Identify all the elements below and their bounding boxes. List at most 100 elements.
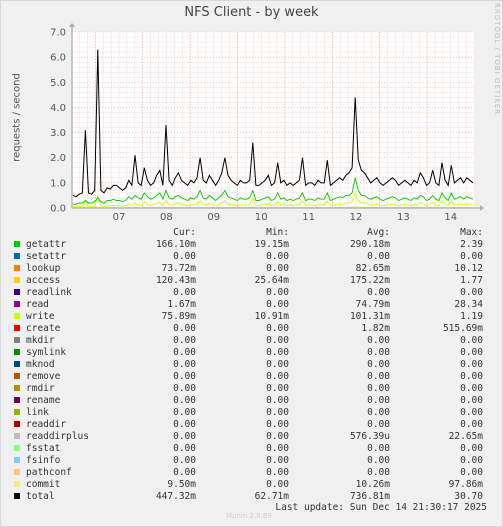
legend-value-max: 0.00 [460,359,483,370]
legend-value-cur: 0.00 [173,419,196,430]
legend-value-cur: 1.67m [167,299,196,310]
legend-swatch [14,397,20,403]
legend-value-cur: 0.00 [173,347,196,358]
legend-series-name: readdir [26,419,67,430]
legend-value-cur: 0.00 [173,395,196,406]
legend-swatch [14,313,20,319]
legend-row-setattr: setattr 0.00 0.00 0.00 0.00 [12,251,492,263]
legend-value-min: 0.00 [266,287,289,298]
legend-series-name: fsstat [26,443,61,454]
legend-value-avg: 0.00 [367,359,390,370]
legend-value-avg: 0.00 [367,419,390,430]
x-tick-label: 07 [113,212,126,223]
legend-row-lookup: lookup 73.72m 0.00 82.65m 10.12 [12,263,492,275]
legend-series-name: rename [26,395,61,406]
legend-row-rename: rename 0.00 0.00 0.00 0.00 [12,395,492,407]
legend-value-cur: 0.00 [173,407,196,418]
legend-swatch [14,361,20,367]
y-tick-label: 6.0 [50,53,66,64]
legend-row-readdirplus: readdirplus 0.00 0.00 576.39u 22.65m [12,431,492,443]
legend-value-max: 30.70 [454,491,483,502]
legend-swatch [14,469,20,475]
legend-value-cur: 0.00 [173,359,196,370]
legend-swatch [14,325,20,331]
legend-row-read: read 1.67m 0.00 74.79m 28.34 [12,299,492,311]
legend-value-cur: 120.43m [155,275,196,286]
legend-value-avg: 10.26m [355,479,390,490]
legend-value-max: 0.00 [460,371,483,382]
legend-series-name: remove [26,371,61,382]
legend-row-symlink: symlink 0.00 0.00 0.00 0.00 [12,347,492,359]
legend-value-avg: 175.22m [349,275,390,286]
legend-value-cur: 0.00 [173,371,196,382]
legend-value-min: 25.64m [254,275,289,286]
legend-value-max: 2.39 [460,239,483,250]
legend-value-cur: 73.72m [161,263,196,274]
legend-value-max: 28.34 [454,299,483,310]
legend-value-min: 0.00 [266,431,289,442]
legend-value-avg: 290.18m [349,239,390,250]
legend-swatch [14,337,20,343]
y-tick-label: 0.0 [50,204,66,215]
legend-value-max: 0.00 [460,467,483,478]
legend-value-min: 0.00 [266,299,289,310]
munin-version-text: Munin 2.0.69 [226,512,272,520]
legend-swatch [14,373,20,379]
legend-swatch [14,385,20,391]
legend-value-min: 0.00 [266,383,289,394]
legend-value-max: 10.12 [454,263,483,274]
legend-series-name: readlink [26,287,72,298]
legend-value-max: 22.65m [448,431,483,442]
x-tick-label: 12 [350,212,363,223]
legend-value-max: 0.00 [460,443,483,454]
legend-value-min: 0.00 [266,335,289,346]
legend-value-cur: 0.00 [173,287,196,298]
legend-value-cur: 0.00 [173,467,196,478]
legend-swatch [14,409,20,415]
y-tick-label: 3.0 [50,128,66,139]
legend-series-name: pathconf [26,467,72,478]
legend-value-max: 0.00 [460,455,483,466]
legend-value-max: 1.19 [460,311,483,322]
legend-column-header: Max: [460,227,483,238]
legend-swatch [14,253,20,259]
legend-value-min: 0.00 [266,455,289,466]
legend-value-avg: 0.00 [367,251,390,262]
legend-row-mkdir: mkdir 0.00 0.00 0.00 0.00 [12,335,492,347]
legend-row-fsinfo: fsinfo 0.00 0.00 0.00 0.00 [12,455,492,467]
legend-value-cur: 0.00 [173,383,196,394]
legend-series-name: write [26,311,55,322]
x-tick-label: 10 [255,212,268,223]
legend-series-name: symlink [26,347,67,358]
legend-value-avg: 0.00 [367,347,390,358]
legend-header: Cur: Min: Avg: Max: [12,227,492,239]
legend-value-avg: 0.00 [367,371,390,382]
legend-value-min: 0.00 [266,359,289,370]
legend-value-max: 0.00 [460,383,483,394]
chart-plot: 0.0 1.0 2.0 3.0 4.0 5.0 6.0 7.0 07 08 09 10 11 12 13 14 [50,23,484,223]
legend-row-link: link 0.00 0.00 0.00 0.00 [12,407,492,419]
legend-value-avg: 101.31m [349,311,390,322]
y-tick-label: 4.0 [50,103,66,114]
legend-value-min: 62.71m [254,491,289,502]
legend-series-name: access [26,275,61,286]
legend-swatch [14,433,20,439]
legend-row-mknod: mknod 0.00 0.00 0.00 0.00 [12,359,492,371]
legend-value-min: 19.15m [254,239,289,250]
legend-value-avg: 0.00 [367,395,390,406]
x-tick-label: 14 [444,212,457,223]
legend-value-min: 0.00 [266,323,289,334]
legend-value-max: 1.77 [460,275,483,286]
legend-value-max: 515.69m [442,323,483,334]
y-tick-label: 2.0 [50,153,66,164]
legend-value-cur: 0.00 [173,431,196,442]
legend-value-max: 0.00 [460,347,483,358]
legend-value-max: 0.00 [460,395,483,406]
legend-value-min: 0.00 [266,467,289,478]
legend-series-name: commit [26,479,61,490]
x-tick-label: 13 [397,212,410,223]
legend-series-name: readdirplus [26,431,89,442]
legend-value-max: 0.00 [460,287,483,298]
legend-value-max: 0.00 [460,407,483,418]
legend-column-header: Avg: [367,227,390,238]
